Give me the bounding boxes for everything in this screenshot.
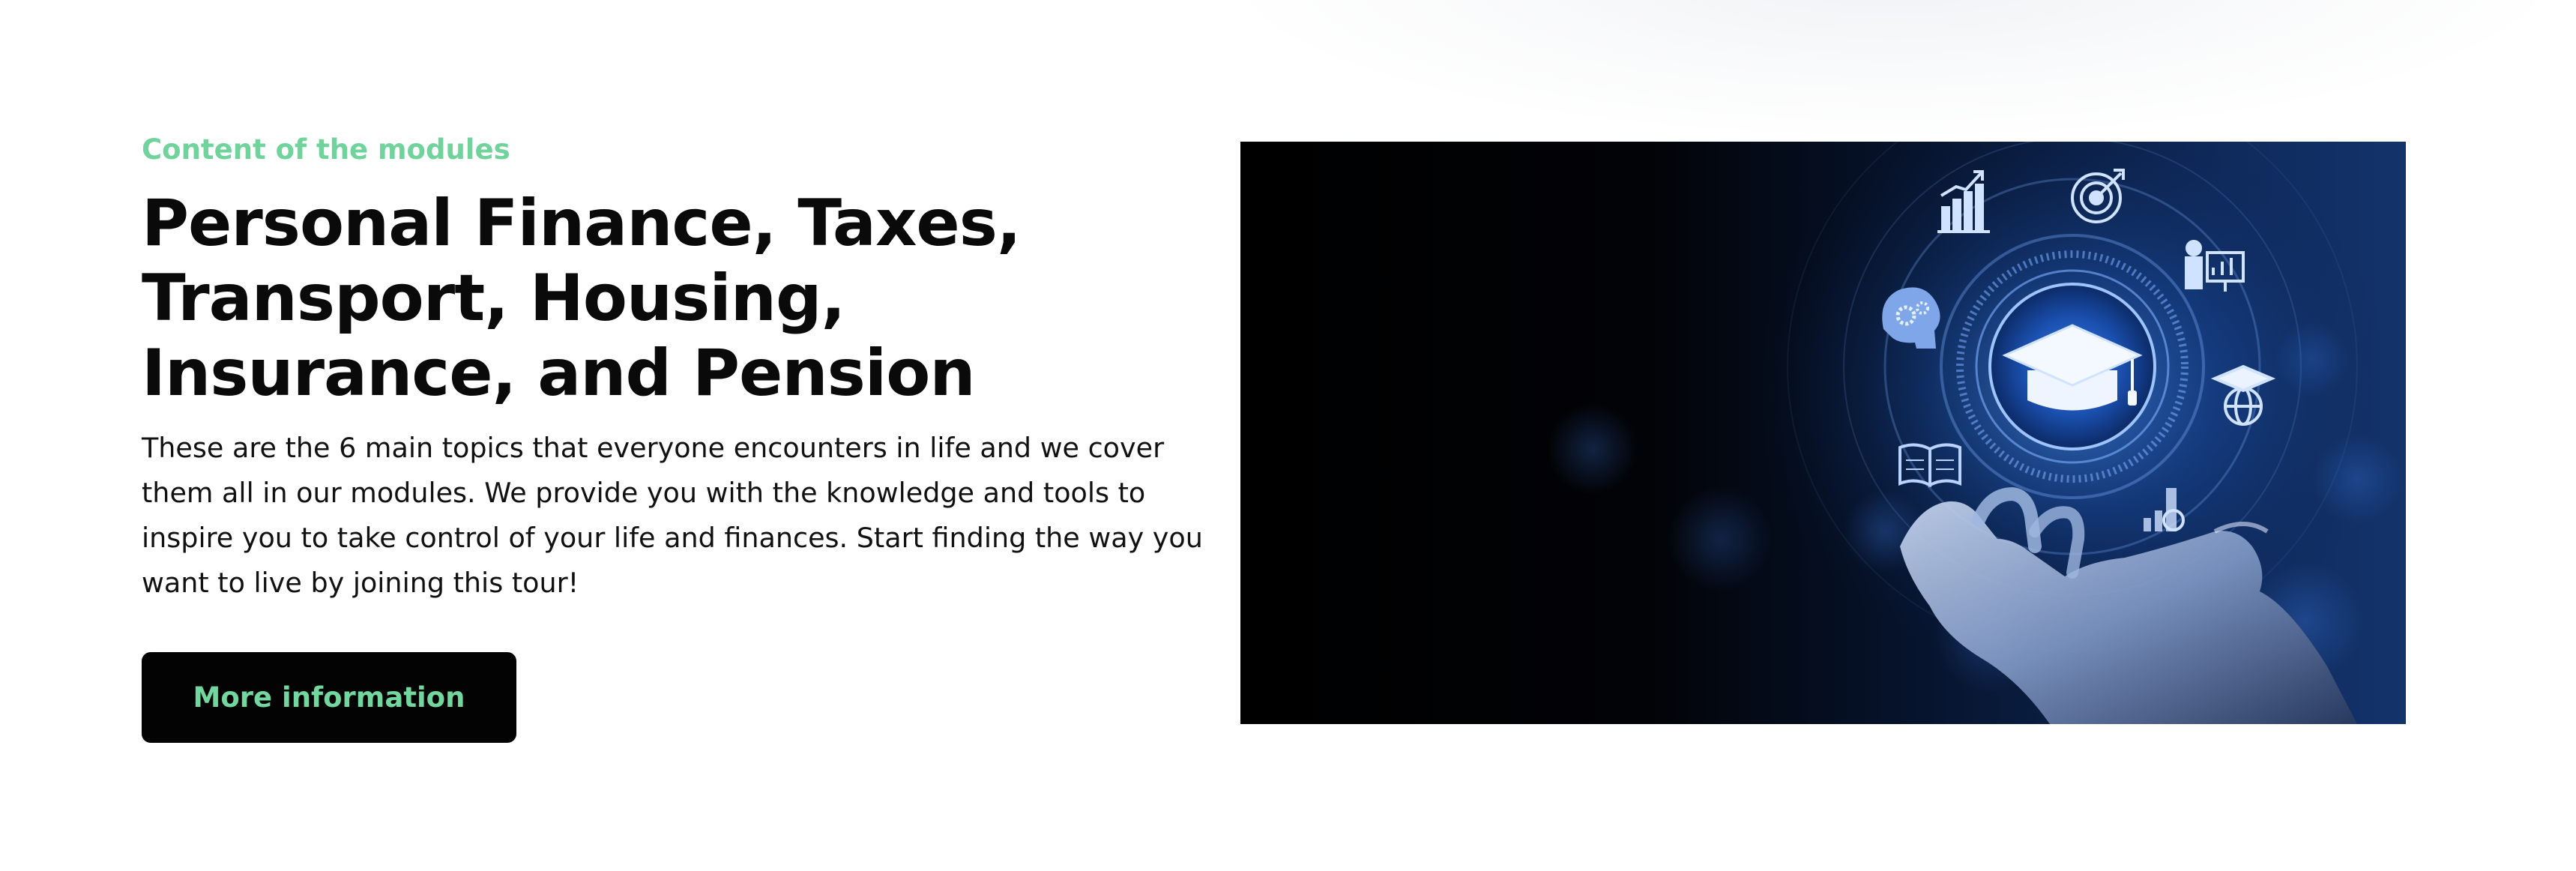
section-eyebrow: Content of the modules: [142, 133, 510, 166]
hero-image: [1240, 142, 2406, 724]
section-description: These are the 6 main topics that everyon…: [142, 432, 1203, 599]
intro-text-block: Content of the modules Personal Finance,…: [142, 127, 1206, 606]
more-information-button[interactable]: More information: [142, 652, 516, 743]
background-glow: [1237, 0, 2548, 135]
hero-illustration: [1240, 142, 2406, 724]
section-title: Personal Finance, Taxes, Transport, Hous…: [142, 186, 1022, 411]
